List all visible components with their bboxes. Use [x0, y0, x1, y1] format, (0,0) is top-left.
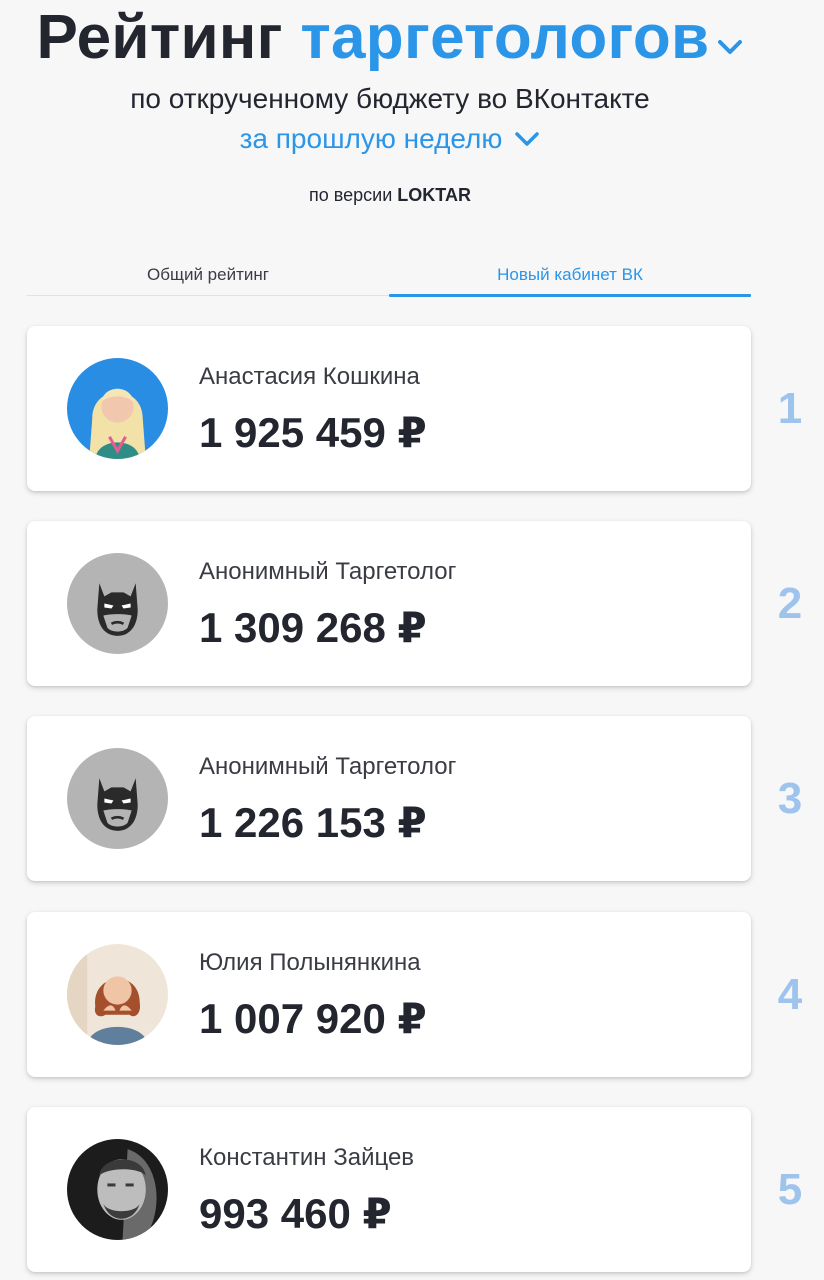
photo-blonde-woman [67, 358, 168, 459]
avatar [67, 944, 168, 1045]
avatar [67, 748, 168, 849]
rating-tabs: Общий рейтинг Новый кабинет ВК [27, 256, 751, 297]
targetologist-name: Анастасия Кошкина [199, 363, 420, 390]
title-accent: таргетологов [300, 3, 710, 72]
targetologist-name: Юлия Полынянкина [199, 949, 421, 976]
rank-number: 1 [777, 384, 803, 433]
avatar [67, 358, 168, 459]
ranking-card[interactable]: Анонимный Таргетолог 1 309 268 ₽ [27, 521, 751, 686]
rank-number: 4 [777, 970, 803, 1019]
ranking-card[interactable]: Юлия Полынянкина 1 007 920 ₽ [27, 912, 751, 1077]
batman-icon [67, 748, 168, 849]
tab-general-rating[interactable]: Общий рейтинг [27, 256, 389, 295]
specialty-dropdown[interactable]: таргетологов [300, 3, 743, 72]
ranking-card[interactable]: Анонимный Таргетолог 1 226 153 ₽ [27, 716, 751, 881]
subtitle: по открученному бюджету во ВКонтакте [130, 83, 650, 114]
budget-amount: 1 309 268 ₽ [199, 604, 427, 651]
budget-amount: 1 226 153 ₽ [199, 799, 427, 846]
budget-amount: 1 007 920 ₽ [199, 995, 427, 1042]
version-prefix: по версии [309, 185, 393, 205]
rank-number: 5 [777, 1165, 803, 1214]
photo-bw-man [67, 1139, 168, 1240]
targetologist-name: Анонимный Таргетолог [199, 558, 457, 585]
title-main: Рейтинг [36, 3, 283, 72]
page-title: Рейтинг таргетологов [0, 2, 780, 74]
version-note: по версии LOKTAR [0, 182, 780, 208]
rank-number: 3 [777, 774, 803, 823]
avatar [67, 1139, 168, 1240]
targetologist-name: Анонимный Таргетолог [199, 753, 457, 780]
budget-amount: 1 925 459 ₽ [199, 409, 427, 456]
ranking-card[interactable]: Анастасия Кошкина 1 925 459 ₽ [27, 326, 751, 491]
tab-new-vk-cabinet[interactable]: Новый кабинет ВК [389, 256, 751, 297]
period-label: за прошлую неделю [239, 123, 503, 154]
rating-page: Рейтинг таргетологов по открученному бюд… [0, 0, 824, 1280]
avatar [67, 553, 168, 654]
budget-amount: 993 460 ₽ [199, 1190, 392, 1237]
rank-number: 2 [777, 579, 803, 628]
photo-red-haired-woman [67, 944, 168, 1045]
targetologist-name: Константин Зайцев [199, 1144, 415, 1171]
batman-icon [67, 553, 168, 654]
chevron-down-icon [717, 0, 743, 72]
period-dropdown[interactable]: за прошлую неделю [0, 120, 780, 158]
chevron-down-icon [514, 120, 540, 158]
version-brand: LOKTAR [397, 185, 471, 205]
ranking-card[interactable]: Константин Зайцев 993 460 ₽ [27, 1107, 751, 1272]
